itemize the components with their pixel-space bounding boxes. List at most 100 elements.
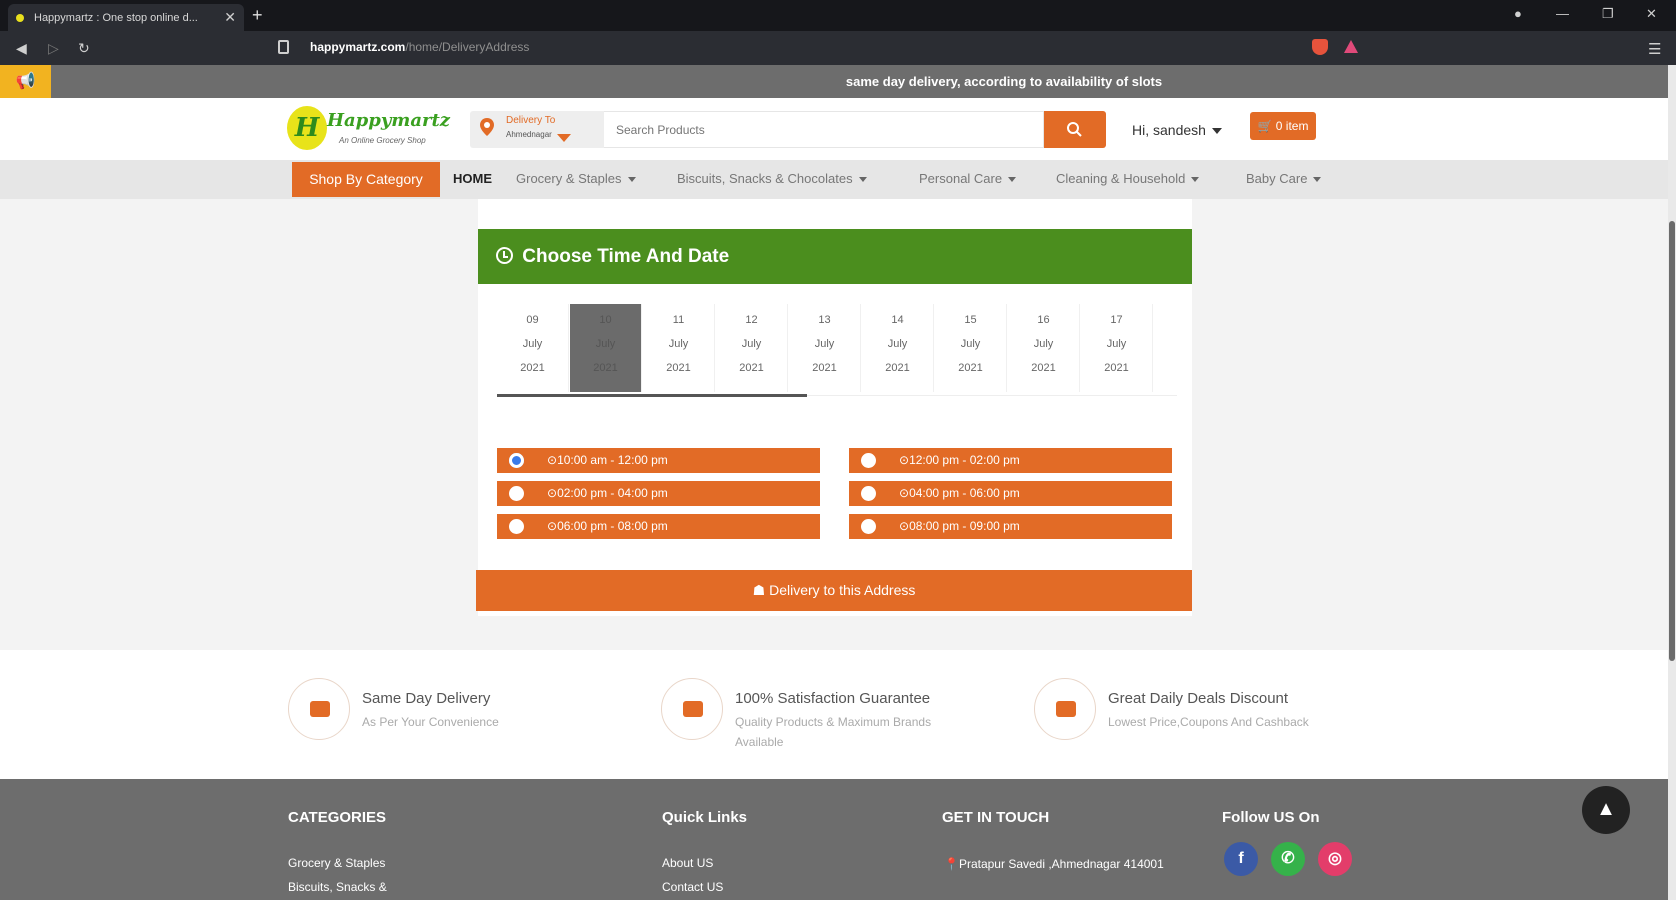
date-option-selected[interactable]: 10 July 2021 [570,304,642,392]
brave-shield-icon[interactable] [1312,39,1328,55]
radio-button[interactable] [861,519,876,534]
nav-item-label: HOME [453,171,492,186]
date-scrollbar-track[interactable] [807,395,1177,396]
user-menu[interactable]: Hi, sandesh [1132,122,1222,138]
rocket-icon: ▲ [1596,798,1616,820]
date-option[interactable]: 15 July 2021 [935,304,1007,392]
radio-button[interactable] [509,519,524,534]
instagram-icon[interactable]: ◎ [1318,842,1352,876]
tab-title: Happymartz : One stop online d... [34,11,198,24]
date-option[interactable]: 11 July 2021 [643,304,715,392]
forward-icon[interactable]: ▷ [48,40,59,57]
delivery-location-selector[interactable]: Delivery To Ahmednagar [470,111,604,148]
bookmark-icon[interactable] [278,40,289,54]
date-day: 10 [599,314,612,326]
deliver-to-address-button[interactable]: ☗ Delivery to this Address [476,570,1192,611]
feature-subtitle: Lowest Price,Coupons And Cashback [1108,715,1309,729]
logo-tagline: An Online Grocery Shop [339,136,426,145]
date-option[interactable]: 12 July 2021 [716,304,788,392]
footer-category-link[interactable]: Grocery & Staples [288,856,385,870]
feature-subtitle: As Per Your Convenience [362,715,499,729]
time-slot-label: ⊙06:00 pm - 08:00 pm [547,519,668,533]
new-tab-icon[interactable]: + [252,5,263,26]
radio-button[interactable] [861,453,876,468]
nav-item-baby-care[interactable]: Baby Care [1246,171,1322,186]
chevron-down-icon [1191,177,1200,183]
facebook-icon[interactable]: f [1224,842,1258,876]
time-slot[interactable]: ⊙02:00 pm - 04:00 pm [497,481,820,506]
site-footer: CATEGORIES Grocery & Staples Biscuits, S… [0,779,1668,900]
bag-icon [661,678,723,740]
browser-menu-icon[interactable]: ☰ [1648,40,1661,58]
date-day: 12 [745,314,758,326]
date-month: July [1106,338,1127,350]
footer-quick-link[interactable]: About US [662,856,713,870]
minimize-icon[interactable]: — [1556,6,1569,21]
nav-item-home[interactable]: HOME [453,171,492,186]
time-slot[interactable]: ⊙10:00 am - 12:00 pm [497,448,820,473]
scroll-to-top-button[interactable]: ▲ [1582,786,1630,834]
date-option[interactable]: 09 July 2021 [497,304,569,392]
nav-item-cleaning[interactable]: Cleaning & Household [1056,171,1200,186]
shop-by-category-button[interactable]: Shop By Category [292,162,440,197]
date-year: 2021 [958,362,983,374]
extensions-icon[interactable]: ● [1514,6,1522,21]
close-tab-icon[interactable]: ✕ [224,9,236,26]
favicon-icon [16,13,24,22]
site-logo[interactable]: H Happymartz An Online Grocery Shop [287,104,450,154]
date-month: July [741,338,762,350]
delivery-truck-icon [288,678,350,740]
date-option[interactable]: 17 July 2021 [1081,304,1153,392]
feature-title: Same Day Delivery [362,690,491,707]
announcement-text: same day delivery, according to availabi… [845,74,1163,89]
brave-rewards-icon[interactable] [1344,40,1358,53]
time-slot[interactable]: ⊙04:00 pm - 06:00 pm [849,481,1172,506]
time-slot[interactable]: ⊙06:00 pm - 08:00 pm [497,514,820,539]
logo-name: Happymartz [327,110,451,131]
reload-icon[interactable]: ↻ [78,40,90,57]
url-path: /home/DeliveryAddress [405,40,530,54]
radio-button[interactable] [861,486,876,501]
radio-button-checked[interactable] [509,453,524,468]
page-scrollbar-thumb[interactable] [1669,221,1675,661]
search-icon [1067,122,1082,137]
site-header: H Happymartz An Online Grocery Shop Deli… [0,98,1668,160]
date-year: 2021 [812,362,837,374]
time-slot-label: ⊙10:00 am - 12:00 pm [547,453,668,467]
time-slot[interactable]: ⊙12:00 pm - 02:00 pm [849,448,1172,473]
footer-quick-link[interactable]: Contact US [662,880,723,894]
cart-button[interactable]: 🛒 0 item [1250,112,1316,140]
close-window-icon[interactable]: ✕ [1646,6,1657,22]
url-field[interactable]: happymartz.com/home/DeliveryAddress [310,40,529,54]
footer-contact-heading: GET IN TOUCH [942,809,1050,826]
date-option[interactable]: 16 July 2021 [1008,304,1080,392]
date-option[interactable]: 14 July 2021 [862,304,934,392]
footer-category-link[interactable]: Biscuits, Snacks & [288,880,387,894]
search-input[interactable] [604,111,1044,148]
browser-tab[interactable]: Happymartz : One stop online d... ✕ [8,4,244,31]
whatsapp-icon[interactable]: ✆ [1271,842,1305,876]
nav-item-grocery[interactable]: Grocery & Staples [516,171,636,186]
user-greeting: Hi, sandesh [1132,122,1206,138]
restore-icon[interactable]: ❐ [1602,6,1614,22]
radio-button[interactable] [509,486,524,501]
tag-icon [1034,678,1096,740]
nav-item-personal-care[interactable]: Personal Care [919,171,1017,186]
date-month: July [595,338,616,350]
footer-quicklinks-heading: Quick Links [662,809,748,826]
clock-icon [496,247,513,264]
page-scrollbar[interactable] [1668,65,1676,900]
date-day: 14 [891,314,904,326]
time-slot[interactable]: ⊙08:00 pm - 09:00 pm [849,514,1172,539]
back-icon[interactable]: ◀ [16,40,27,57]
search-button[interactable] [1044,111,1106,148]
time-slot-label: ⊙02:00 pm - 04:00 pm [547,486,668,500]
date-year: 2021 [593,362,618,374]
nav-item-biscuits[interactable]: Biscuits, Snacks & Chocolates [677,171,867,186]
date-option[interactable]: 13 July 2021 [789,304,861,392]
date-scrollbar-thumb[interactable] [497,394,807,397]
nav-item-label: Grocery & Staples [516,171,622,186]
delivery-to-label: Delivery To [506,115,556,126]
feature-title: Great Daily Deals Discount [1108,690,1289,707]
date-day: 09 [526,314,539,326]
